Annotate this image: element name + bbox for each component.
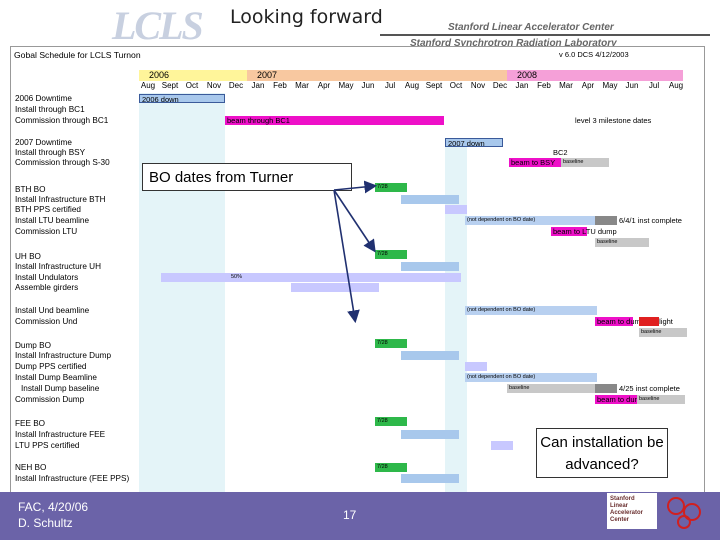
page-number: 17: [343, 508, 357, 522]
slac-logo-text: Stanford Linear Accelerator Center: [610, 496, 644, 523]
footer-author: D. Schultz: [18, 516, 73, 530]
arrow-bo-uh: [333, 189, 376, 253]
slac-logo: Stanford Linear Accelerator Center: [606, 492, 658, 530]
arrow-bo-bth: [333, 180, 378, 194]
atom-logo-icon: [667, 497, 701, 529]
callout-question: Can installation be advanced?: [536, 428, 668, 478]
arrow-bo-dump: [333, 189, 360, 324]
footer-date: FAC, 4/20/06: [18, 500, 89, 514]
